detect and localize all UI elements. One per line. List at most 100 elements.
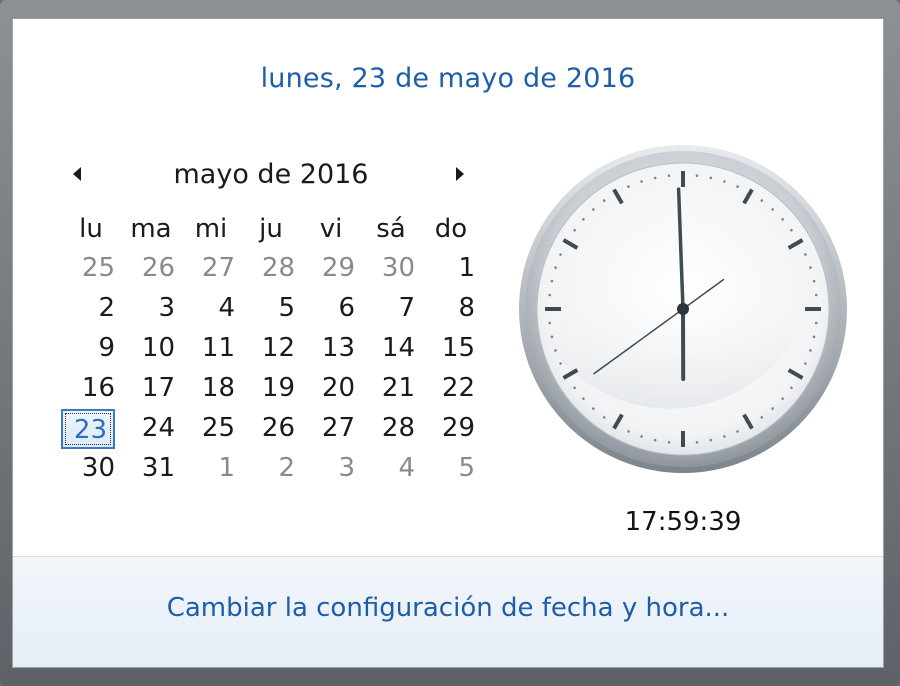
clock-minute-dot [573, 228, 576, 232]
clock-minute-dot [812, 335, 816, 339]
calendar-week-row: 23 24 25 26 27 28 29 [61, 409, 481, 449]
change-datetime-settings-link[interactable]: Cambiar la configuración de fecha y hora… [13, 593, 883, 623]
calendar-week-row: 25 26 27 28 29 30 1 [61, 249, 481, 289]
calendar-day[interactable]: 17 [121, 369, 181, 409]
calendar-week-row: 30 31 1 2 3 4 5 [61, 449, 481, 489]
clock-minute-dot [709, 176, 713, 180]
calendar-header: mayo de 2016 [61, 157, 481, 197]
day-of-week-label: do [434, 214, 468, 244]
calendar-day[interactable]: 13 [301, 329, 361, 369]
clock-minute-dot [809, 266, 812, 269]
clock-minute-dot [736, 185, 739, 188]
chevron-right-icon[interactable] [456, 167, 464, 181]
calendar-day[interactable]: 24 [121, 409, 181, 449]
clock-minute-dot [582, 397, 585, 400]
calendar-day[interactable]: 27 [181, 249, 241, 289]
calendar-day[interactable]: 31 [121, 449, 181, 489]
clock-minute-dot [653, 176, 657, 180]
calendar-day[interactable]: 29 [301, 249, 361, 289]
clock-minute-dot [814, 293, 818, 297]
calendar-day[interactable]: 15 [421, 329, 481, 369]
clock-minute-dot [790, 386, 793, 390]
calendar-day[interactable]: 1 [421, 249, 481, 289]
clock-minute-dot [640, 435, 643, 438]
calendar-day[interactable]: 3 [121, 289, 181, 329]
clock-minute-dot [548, 321, 552, 325]
calendar-day[interactable]: 29 [421, 409, 481, 449]
clock-minute-dot [602, 416, 606, 419]
calendar-day[interactable]: 11 [181, 329, 241, 369]
calendar-day[interactable]: 2 [61, 289, 121, 329]
calendar-day[interactable]: 1 [181, 449, 241, 489]
calendar-day[interactable]: 5 [241, 289, 301, 329]
clock-minute-dot [592, 208, 595, 211]
clock-minute-dot [554, 349, 557, 352]
calendar-day[interactable]: 3 [301, 449, 361, 489]
chevron-left-icon[interactable] [73, 167, 81, 181]
calendar-day[interactable]: 10 [121, 329, 181, 369]
clock-minute-dot [653, 438, 657, 442]
day-of-week-label: ju [259, 214, 283, 244]
calendar-day[interactable]: 25 [61, 249, 121, 289]
calendar-week-row: 16 17 18 19 20 21 22 [61, 369, 481, 409]
calendar-day-today[interactable]: 23 [61, 409, 115, 449]
clock-minute-dot [790, 228, 793, 232]
clock-minute-dot [550, 335, 554, 339]
calendar-day[interactable]: 28 [361, 409, 421, 449]
calendar-day[interactable]: 7 [361, 289, 421, 329]
clock-minute-dot [695, 174, 699, 178]
clock-minute-dot [592, 407, 595, 410]
clock-minute-dot [736, 430, 739, 433]
calendar-day[interactable]: 30 [361, 249, 421, 289]
clock-minute-dot [760, 199, 764, 202]
clock-minute-dot [804, 253, 807, 256]
date-time-flyout: lunes, 23 de mayo de 2016 mayo de 2016 l… [12, 18, 884, 668]
long-date-link[interactable]: lunes, 23 de mayo de 2016 [13, 63, 883, 94]
calendar-day[interactable]: 5 [421, 449, 481, 489]
clock-minute-dot [602, 199, 606, 202]
calendar-day[interactable]: 25 [181, 409, 241, 449]
clock-center-pin [677, 303, 689, 315]
calendar-day[interactable]: 26 [121, 249, 181, 289]
calendar-day[interactable]: 2 [241, 449, 301, 489]
clock-face [519, 145, 847, 473]
calendar-day[interactable]: 22 [421, 369, 481, 409]
calendar-day[interactable]: 16 [61, 369, 121, 409]
clock-minute-dot [554, 266, 557, 269]
clock-minute-dot [771, 208, 774, 211]
calendar-day[interactable]: 14 [361, 329, 421, 369]
calendar-day[interactable]: 6 [301, 289, 361, 329]
calendar-day[interactable]: 4 [181, 289, 241, 329]
day-of-week-label: vi [319, 214, 343, 244]
calendar-day[interactable]: 27 [301, 409, 361, 449]
calendar-day[interactable]: 18 [181, 369, 241, 409]
day-of-week-header: lu ma mi ju vi sá do [61, 209, 481, 249]
clock-minute-dot [814, 321, 818, 325]
calendar-day[interactable]: 8 [421, 289, 481, 329]
day-of-week-label: sá [376, 214, 406, 244]
calendar-day[interactable]: 9 [61, 329, 121, 369]
calendar-day[interactable]: 19 [241, 369, 301, 409]
clock-minute-dot [723, 435, 726, 438]
calendar-day[interactable]: 21 [361, 369, 421, 409]
clock-minute-dot [550, 279, 554, 283]
clock-minute-dot [695, 440, 699, 444]
month-title[interactable]: mayo de 2016 [121, 159, 421, 190]
calendar-day[interactable]: 4 [361, 449, 421, 489]
clock-minute-dot [627, 185, 630, 188]
calendar-day[interactable]: 26 [241, 409, 301, 449]
clock-minute-dot [812, 279, 816, 283]
clock-minute-dot [809, 349, 812, 352]
calendar: mayo de 2016 lu ma mi ju vi sá do 25 26 27 28 29 30… [61, 157, 481, 489]
calendar-grid: 25 26 27 28 29 30 1 2 3 4 5 6 7 8 9 10 11 12 13 14 15 16 17 18 1… [61, 249, 481, 489]
calendar-week-row: 2345678 [61, 289, 481, 329]
calendar-day[interactable]: 12 [241, 329, 301, 369]
clock-minute-dot [559, 362, 562, 365]
clock-minute-dot [548, 293, 552, 297]
digital-time: 17:59:39 [624, 507, 742, 537]
clock-minute-dot [781, 397, 784, 400]
calendar-day[interactable]: 20 [301, 369, 361, 409]
clock-minute-dot [781, 218, 784, 221]
calendar-day[interactable]: 30 [61, 449, 121, 489]
calendar-day[interactable]: 28 [241, 249, 301, 289]
